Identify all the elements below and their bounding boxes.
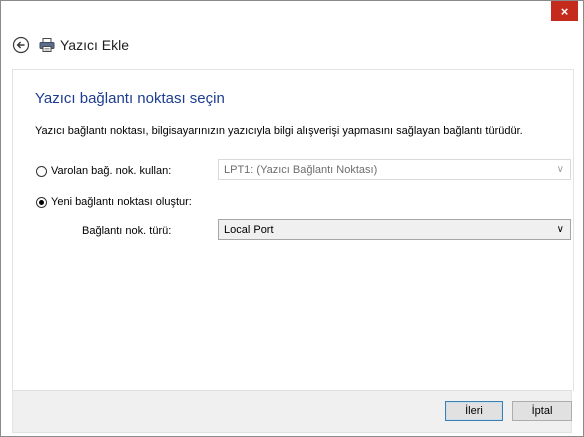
close-button[interactable]: ×	[551, 1, 578, 21]
new-port-radio-row[interactable]: Yeni bağlantı noktası oluştur:	[36, 196, 192, 208]
back-button[interactable]	[12, 36, 30, 54]
chevron-down-icon: ∨	[556, 224, 564, 235]
existing-port-value: LPT1: (Yazıcı Bağlantı Noktası)	[224, 163, 378, 176]
port-type-value: Local Port	[224, 223, 274, 236]
new-port-label: Yeni bağlantı noktası oluştur:	[51, 196, 192, 208]
new-port-radio[interactable]	[36, 196, 47, 208]
page-heading: Yazıcı bağlantı noktası seçin	[35, 90, 225, 107]
window-title: Yazıcı Ekle	[60, 37, 129, 53]
printer-icon	[39, 38, 55, 52]
existing-port-radio-row[interactable]: Varolan bağ. nok. kullan:	[36, 165, 171, 177]
wizard-header: Yazıcı Ekle	[12, 36, 129, 54]
existing-port-select: LPT1: (Yazıcı Bağlantı Noktası) ∨	[218, 159, 571, 180]
cancel-button[interactable]: İptal	[512, 401, 572, 421]
existing-port-radio[interactable]	[36, 165, 47, 177]
next-button[interactable]: İleri	[445, 401, 503, 421]
wizard-footer: İleri İptal	[12, 390, 572, 433]
page-description: Yazıcı bağlantı noktası, bilgisayarınızı…	[35, 125, 523, 137]
close-icon: ×	[560, 3, 569, 19]
port-type-select[interactable]: Local Port ∨	[218, 219, 571, 240]
wizard-content: Yazıcı bağlantı noktası seçin Yazıcı bağ…	[12, 69, 574, 391]
port-type-label: Bağlantı nok. türü:	[82, 225, 172, 237]
existing-port-label: Varolan bağ. nok. kullan:	[51, 165, 172, 177]
add-printer-window: × Yazıcı Ekle Yazıcı bağlantı noktası se…	[0, 0, 584, 437]
back-arrow-icon	[12, 36, 30, 54]
chevron-down-icon: ∨	[556, 164, 564, 175]
